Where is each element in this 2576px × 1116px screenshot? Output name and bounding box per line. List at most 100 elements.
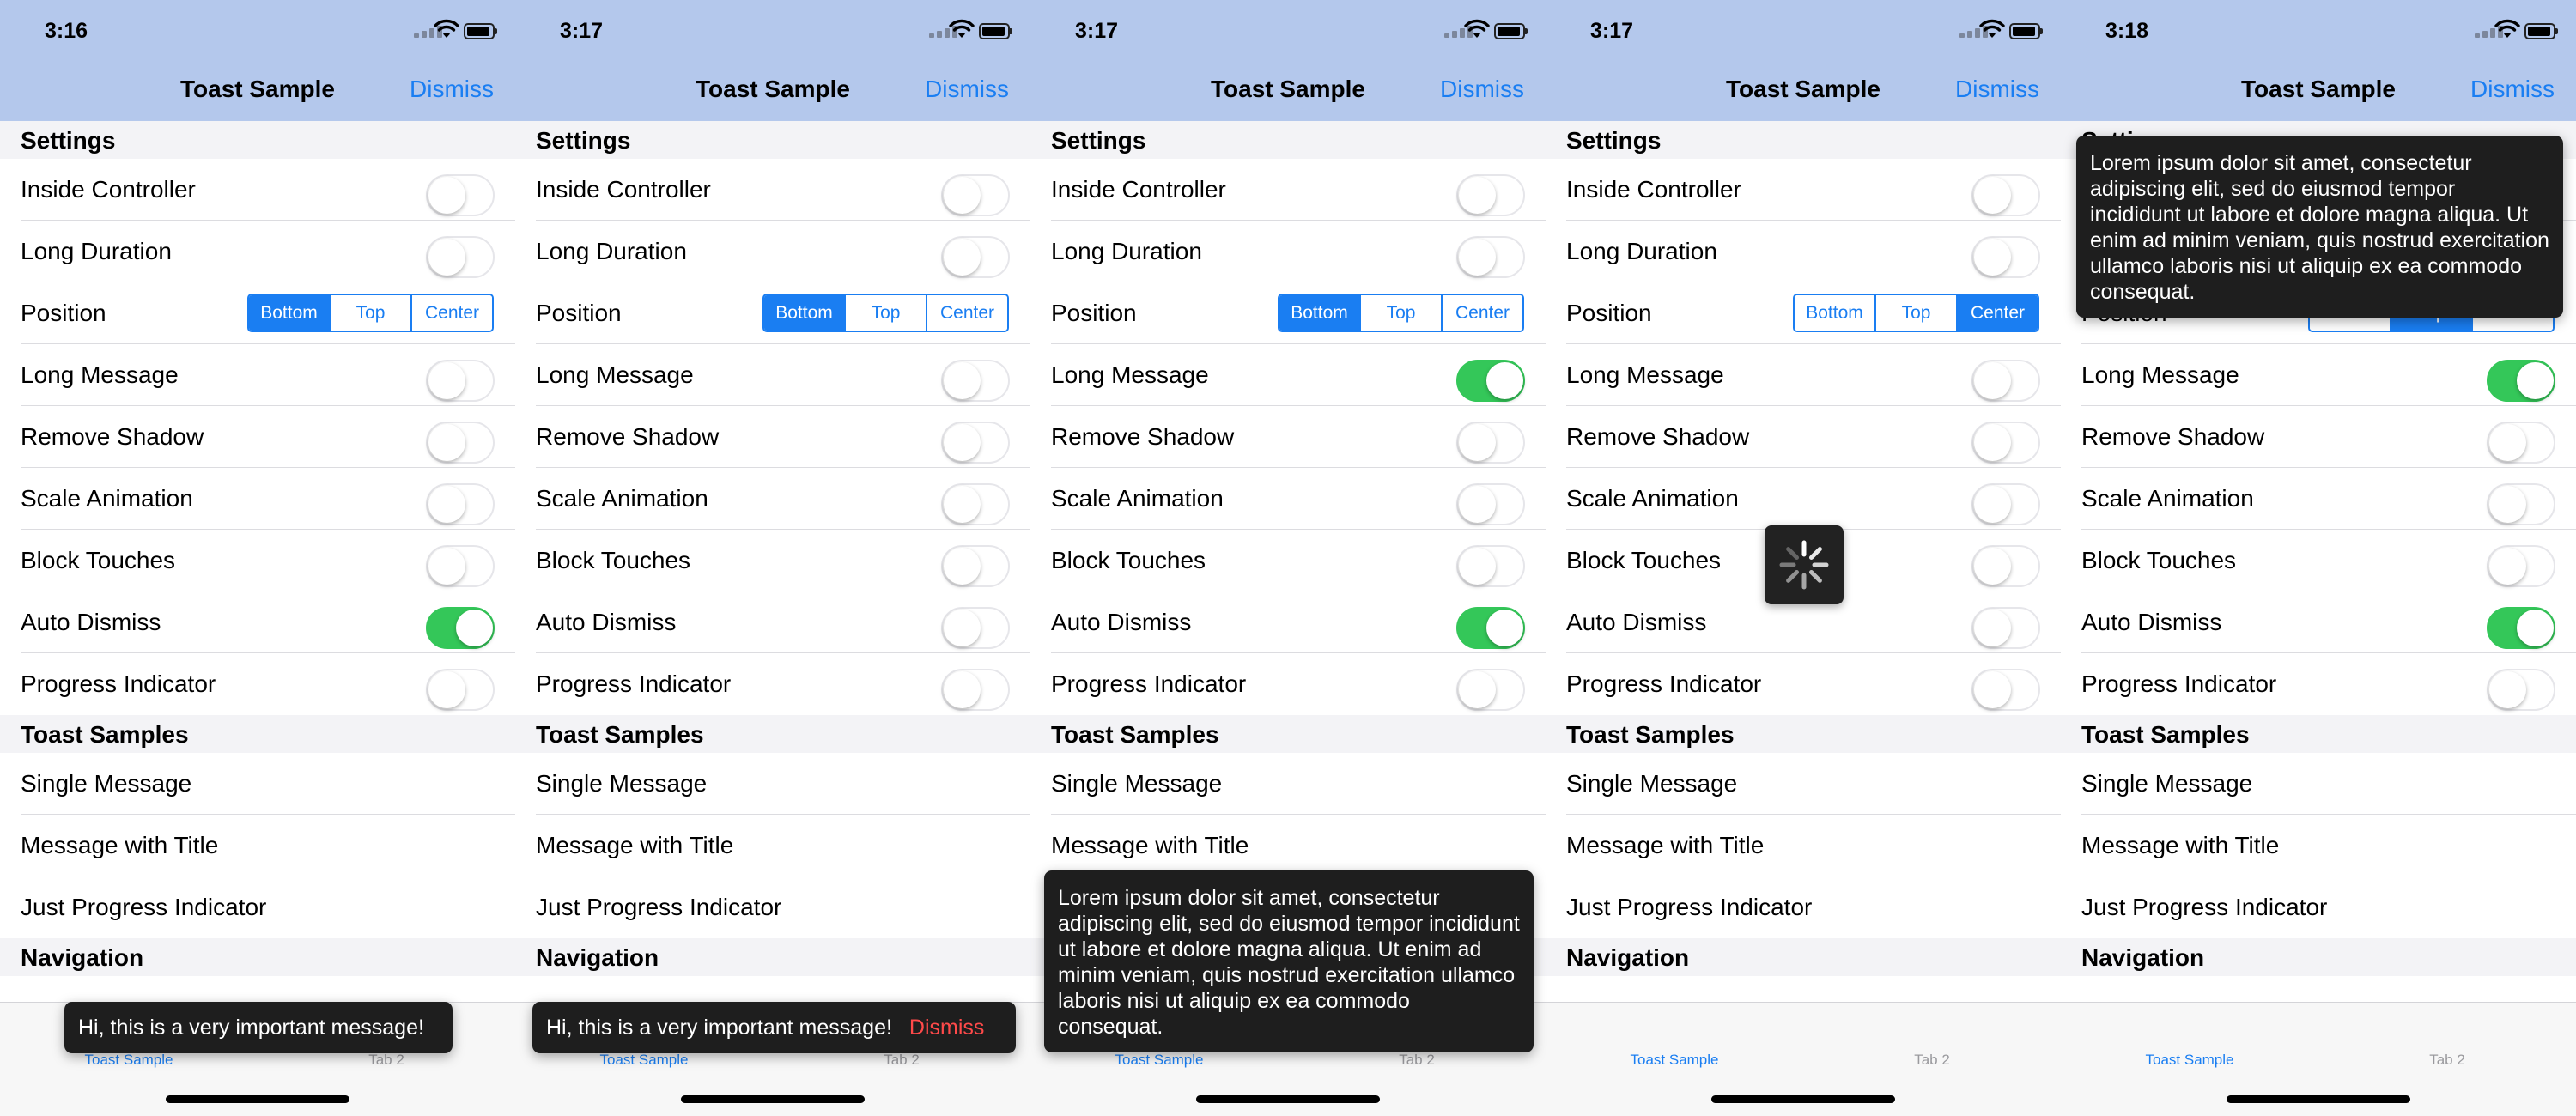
toggle-switch[interactable] bbox=[1456, 483, 1525, 525]
tab-2[interactable]: Tab 2 bbox=[309, 1052, 464, 1069]
settings-row[interactable]: Block Touches bbox=[0, 530, 515, 591]
toggle-switch[interactable] bbox=[1456, 545, 1525, 587]
segment-top[interactable]: Top bbox=[1361, 295, 1443, 331]
segment-center[interactable]: Center bbox=[412, 295, 492, 331]
dismiss-button[interactable]: Dismiss bbox=[1440, 76, 1524, 103]
segment-top[interactable]: Top bbox=[1876, 295, 1958, 331]
position-segmented-control[interactable]: BottomTopCenter bbox=[762, 294, 1009, 332]
toggle-switch[interactable] bbox=[426, 174, 495, 216]
segment-top[interactable]: Top bbox=[846, 295, 927, 331]
settings-row[interactable]: Progress Indicator bbox=[0, 653, 515, 715]
settings-row[interactable]: Remove Shadow bbox=[515, 406, 1030, 468]
toggle-switch[interactable] bbox=[2487, 607, 2555, 649]
toggle-switch[interactable] bbox=[1971, 360, 2040, 402]
tab-2[interactable]: Tab 2 bbox=[1340, 1052, 1494, 1069]
tab-toast-sample[interactable]: Toast Sample bbox=[52, 1052, 206, 1069]
toggle-switch[interactable] bbox=[941, 360, 1010, 402]
settings-row[interactable]: Auto Dismiss bbox=[0, 591, 515, 653]
toggle-switch[interactable] bbox=[941, 607, 1010, 649]
sample-row[interactable]: Single Message bbox=[515, 753, 1030, 815]
position-segmented-control[interactable]: BottomTopCenter bbox=[247, 294, 494, 332]
settings-row[interactable]: Long Message bbox=[1030, 344, 1546, 406]
toggle-switch[interactable] bbox=[1971, 545, 2040, 587]
toggle-switch[interactable] bbox=[426, 607, 495, 649]
toggle-switch[interactable] bbox=[941, 545, 1010, 587]
sample-row[interactable]: Just Progress Indicator bbox=[515, 876, 1030, 938]
settings-row[interactable]: Auto Dismiss bbox=[515, 591, 1030, 653]
sample-row[interactable]: Message with Title bbox=[0, 815, 515, 876]
toggle-switch[interactable] bbox=[941, 236, 1010, 278]
toggle-switch[interactable] bbox=[1971, 236, 2040, 278]
settings-row[interactable]: Inside Controller bbox=[1546, 159, 2061, 221]
dismiss-button[interactable]: Dismiss bbox=[2470, 76, 2555, 103]
settings-row[interactable]: Progress Indicator bbox=[515, 653, 1030, 715]
toggle-switch[interactable] bbox=[941, 422, 1010, 464]
segment-center[interactable]: Center bbox=[927, 295, 1007, 331]
settings-row[interactable]: Auto Dismiss bbox=[1030, 591, 1546, 653]
sample-row[interactable]: Message with Title bbox=[2061, 815, 2576, 876]
dismiss-button[interactable]: Dismiss bbox=[925, 76, 1009, 103]
tab-toast-sample[interactable]: Toast Sample bbox=[567, 1052, 721, 1069]
toggle-switch[interactable] bbox=[1456, 607, 1525, 649]
sample-row[interactable]: Just Progress Indicator bbox=[2061, 876, 2576, 938]
settings-row[interactable]: Long Duration bbox=[1546, 221, 2061, 282]
toggle-switch[interactable] bbox=[1456, 669, 1525, 711]
toggle-switch[interactable] bbox=[1971, 174, 2040, 216]
settings-row[interactable]: Scale Animation bbox=[1546, 468, 2061, 530]
segment-bottom[interactable]: Bottom bbox=[1795, 295, 1876, 331]
toggle-switch[interactable] bbox=[1971, 669, 2040, 711]
toggle-switch[interactable] bbox=[1456, 236, 1525, 278]
position-segmented-control[interactable]: BottomTopCenter bbox=[1793, 294, 2039, 332]
toggle-switch[interactable] bbox=[426, 360, 495, 402]
settings-row[interactable]: Inside Controller bbox=[1030, 159, 1546, 221]
tab-2[interactable]: Tab 2 bbox=[2370, 1052, 2524, 1069]
segment-bottom[interactable]: Bottom bbox=[249, 295, 331, 331]
sample-row[interactable]: Message with Title bbox=[1030, 815, 1546, 876]
toggle-switch[interactable] bbox=[426, 236, 495, 278]
toggle-switch[interactable] bbox=[1456, 422, 1525, 464]
settings-row[interactable]: Inside Controller bbox=[515, 159, 1030, 221]
settings-row[interactable]: Block Touches bbox=[515, 530, 1030, 591]
settings-row[interactable]: Auto Dismiss bbox=[2061, 591, 2576, 653]
settings-row[interactable]: Progress Indicator bbox=[1030, 653, 1546, 715]
toggle-switch[interactable] bbox=[941, 669, 1010, 711]
settings-row[interactable]: Block Touches bbox=[2061, 530, 2576, 591]
toast-dismiss-button[interactable]: Dismiss bbox=[909, 1016, 985, 1040]
toggle-switch[interactable] bbox=[2487, 669, 2555, 711]
toggle-switch[interactable] bbox=[2487, 545, 2555, 587]
sample-row[interactable]: Just Progress Indicator bbox=[0, 876, 515, 938]
segment-center[interactable]: Center bbox=[1958, 295, 2038, 331]
settings-row[interactable]: Progress Indicator bbox=[1546, 653, 2061, 715]
settings-row[interactable]: Remove Shadow bbox=[1546, 406, 2061, 468]
settings-row[interactable]: Remove Shadow bbox=[2061, 406, 2576, 468]
settings-row[interactable]: Remove Shadow bbox=[0, 406, 515, 468]
settings-row[interactable]: Long Duration bbox=[515, 221, 1030, 282]
sample-row[interactable]: Single Message bbox=[1546, 753, 2061, 815]
segment-center[interactable]: Center bbox=[1443, 295, 1522, 331]
dismiss-button[interactable]: Dismiss bbox=[1955, 76, 2039, 103]
segment-bottom[interactable]: Bottom bbox=[1279, 295, 1361, 331]
settings-row[interactable]: Remove Shadow bbox=[1030, 406, 1546, 468]
toggle-switch[interactable] bbox=[2487, 483, 2555, 525]
toggle-switch[interactable] bbox=[426, 483, 495, 525]
tab-toast-sample[interactable]: Toast Sample bbox=[1082, 1052, 1236, 1069]
toggle-switch[interactable] bbox=[426, 545, 495, 587]
settings-row[interactable]: Scale Animation bbox=[1030, 468, 1546, 530]
settings-row[interactable]: Scale Animation bbox=[2061, 468, 2576, 530]
position-segmented-control[interactable]: BottomTopCenter bbox=[1278, 294, 1524, 332]
toggle-switch[interactable] bbox=[941, 174, 1010, 216]
settings-row[interactable]: Inside Controller bbox=[0, 159, 515, 221]
settings-row[interactable]: Long Message bbox=[515, 344, 1030, 406]
sample-row[interactable]: Message with Title bbox=[515, 815, 1030, 876]
settings-row[interactable]: Long Duration bbox=[1030, 221, 1546, 282]
toggle-switch[interactable] bbox=[2487, 360, 2555, 402]
sample-row[interactable]: Just Progress Indicator bbox=[1546, 876, 2061, 938]
toggle-switch[interactable] bbox=[426, 422, 495, 464]
settings-row[interactable]: Long Message bbox=[1546, 344, 2061, 406]
toggle-switch[interactable] bbox=[1971, 483, 2040, 525]
segment-top[interactable]: Top bbox=[331, 295, 412, 331]
toggle-switch[interactable] bbox=[1456, 174, 1525, 216]
sample-row[interactable]: Single Message bbox=[0, 753, 515, 815]
tab-2[interactable]: Tab 2 bbox=[1855, 1052, 2009, 1069]
segment-bottom[interactable]: Bottom bbox=[764, 295, 846, 331]
